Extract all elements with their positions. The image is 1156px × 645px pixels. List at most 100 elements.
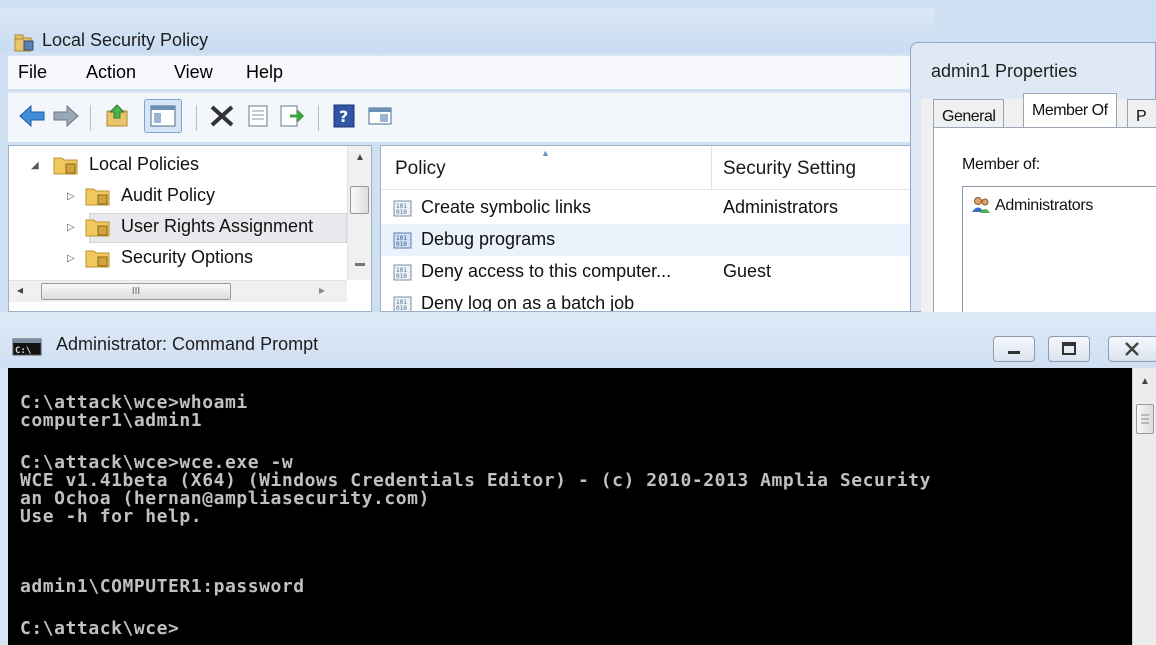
grip-icon	[1141, 414, 1149, 424]
cmd-title-bar[interactable]: C:\ Administrator: Command Prompt	[0, 312, 1156, 368]
command-prompt-window: C:\ Administrator: Command Prompt C:\att…	[0, 312, 1156, 645]
forward-arrow-icon[interactable]	[52, 103, 80, 134]
column-header-policy[interactable]: Policy	[395, 158, 446, 180]
scroll-left-arrow-icon[interactable]: ◂	[17, 283, 23, 297]
svg-text:?: ?	[339, 107, 348, 126]
policy-setting-icon: 101 010	[393, 232, 413, 255]
delete-x-icon[interactable]	[208, 103, 236, 134]
list-row[interactable]: 101 010 Deny log on as a batch job	[381, 288, 911, 312]
scrollbar-thumb[interactable]: III	[41, 283, 231, 300]
policy-name: Debug programs	[421, 229, 556, 249]
policy-folder-icon	[53, 154, 79, 181]
group-membership-list[interactable]: Administrators	[962, 186, 1156, 314]
cmd-window-title: Administrator: Command Prompt	[56, 334, 319, 354]
scroll-right-arrow-icon[interactable]: ▸	[319, 283, 325, 297]
tab-member-of[interactable]: Member Of	[1023, 93, 1117, 127]
expanded-triangle-icon[interactable]: ◢	[31, 160, 39, 171]
policy-name: Deny access to this computer...	[421, 261, 672, 281]
scrollbar-thumb[interactable]	[1136, 404, 1154, 434]
security-policy-icon	[13, 32, 35, 57]
console-line: admin1\COMPUTER1:password	[20, 576, 305, 597]
policy-setting-icon: 101 010	[393, 264, 413, 287]
member-of-tab-panel: Member of: Administrators	[933, 127, 1156, 314]
help-icon[interactable]: ?	[330, 103, 358, 134]
maximize-button[interactable]	[1048, 336, 1090, 362]
view-pane-icon[interactable]	[366, 103, 394, 134]
collapsed-triangle-icon[interactable]: ▷	[67, 253, 75, 264]
scroll-down-arrow-icon[interactable]: ▬	[355, 258, 365, 269]
toolbar-separator	[90, 105, 91, 131]
svg-text:010: 010	[396, 273, 407, 280]
tree-item-user-rights-assignment[interactable]: ▷ User Rights Assignment	[9, 213, 347, 241]
policy-setting-icon: 101 010	[393, 200, 413, 223]
list-row[interactable]: 101 010 Deny access to this computer... G…	[381, 256, 911, 288]
menu-view[interactable]: View	[174, 62, 213, 83]
collapsed-triangle-icon[interactable]: ▷	[67, 191, 75, 202]
console-line: computer1\admin1	[20, 410, 203, 431]
list-row[interactable]: 101 010 Create symbolic links Administrat…	[381, 192, 911, 224]
close-icon	[1125, 342, 1139, 356]
tree-item-audit-policy[interactable]: ▷ Audit Policy	[9, 182, 347, 210]
svg-text:C:\: C:\	[15, 346, 31, 356]
user-group-icon	[971, 196, 991, 219]
policy-folder-icon	[85, 247, 111, 274]
command-prompt-icon: C:\	[12, 338, 42, 361]
minimize-icon	[1008, 351, 1020, 354]
svg-text:010: 010	[396, 305, 407, 312]
policy-list-pane[interactable]: Policy ▲ Security Setting 101 010 Create …	[380, 145, 912, 312]
close-button[interactable]	[1108, 336, 1156, 362]
list-row[interactable]: 101 010 Debug programs	[381, 224, 911, 256]
tree-item-label: Security Options	[121, 247, 254, 267]
console-prompt: C:\attack\wce>	[20, 618, 180, 639]
admin1-properties-dialog: admin1 Properties General Member Of P Me…	[910, 42, 1156, 314]
policy-setting: Administrators	[723, 197, 839, 217]
list-header: Policy ▲ Security Setting	[381, 146, 911, 190]
lsp-window-title: Local Security Policy	[42, 30, 209, 50]
member-of-label: Member of:	[962, 156, 1040, 173]
policy-folder-icon	[85, 216, 111, 243]
console-vertical-scrollbar[interactable]: ▲	[1132, 368, 1156, 645]
dialog-title[interactable]: admin1 Properties	[931, 61, 1077, 82]
minimize-button[interactable]	[993, 336, 1035, 362]
policy-folder-icon	[85, 185, 111, 212]
console-line: Use -h for help.	[20, 506, 203, 527]
console-output[interactable]: C:\attack\wce>whoami computer1\admin1 C:…	[8, 368, 1132, 645]
menu-action[interactable]: Action	[86, 62, 136, 83]
export-list-icon[interactable]	[278, 103, 306, 134]
column-divider[interactable]	[711, 146, 712, 190]
back-arrow-icon[interactable]	[18, 103, 46, 134]
collapsed-triangle-icon[interactable]: ▷	[67, 222, 75, 233]
tree-item-label: Audit Policy	[121, 185, 216, 205]
properties-icon[interactable]	[244, 103, 272, 134]
policy-setting-icon: 101 010	[393, 296, 413, 312]
scroll-up-arrow-icon[interactable]: ▲	[355, 152, 365, 163]
group-name: Administrators	[995, 197, 1094, 214]
policy-tree-pane[interactable]: ◢ Local Policies ▷ Audit Policy ▷ User R…	[8, 145, 372, 312]
local-security-policy-window: Local Security Policy File Action View H…	[0, 0, 1156, 314]
menu-file[interactable]: File	[18, 62, 47, 83]
menu-bar: File Action View Help	[8, 55, 928, 89]
tab-general[interactable]: General	[933, 99, 1005, 129]
tree-item-security-options[interactable]: ▷ Security Options	[9, 244, 347, 272]
tab-partial[interactable]: P	[1127, 99, 1156, 129]
tree-item-label: User Rights Assignment	[121, 216, 314, 236]
show-hide-tree-button[interactable]	[144, 99, 182, 133]
column-header-security-setting[interactable]: Security Setting	[723, 158, 856, 180]
scrollbar-thumb[interactable]	[350, 186, 369, 214]
svg-text:010: 010	[396, 241, 407, 248]
toolbar-separator	[196, 105, 197, 131]
tree-vertical-scrollbar[interactable]: ▲ ▬	[347, 146, 371, 280]
sort-ascending-icon: ▲	[541, 148, 550, 158]
maximize-icon	[1062, 342, 1076, 355]
up-folder-icon[interactable]	[104, 103, 132, 134]
policy-setting: Guest	[723, 261, 772, 281]
menu-help[interactable]: Help	[246, 62, 283, 83]
tree-horizontal-scrollbar[interactable]: ◂ III ▸	[9, 280, 347, 302]
toolbar-separator	[318, 105, 319, 131]
lsp-title-bar[interactable]: Local Security Policy	[0, 8, 935, 52]
svg-text:010: 010	[396, 209, 407, 216]
scroll-up-arrow-icon[interactable]: ▲	[1140, 376, 1150, 387]
policy-name: Create symbolic links	[421, 197, 592, 217]
toolbar: ?	[8, 92, 928, 142]
tree-item-local-policies[interactable]: ◢ Local Policies	[9, 151, 347, 179]
